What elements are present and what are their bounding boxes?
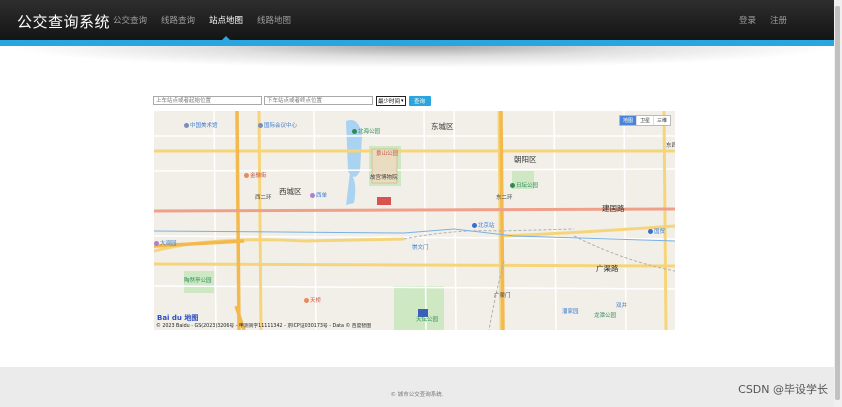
map-label-guangqu: 广渠路 bbox=[596, 264, 619, 273]
map-label-dongsihuan: 东四环 bbox=[666, 143, 675, 149]
end-station-input[interactable] bbox=[264, 96, 373, 105]
map-label-tiantan: 天坛公园 bbox=[416, 317, 439, 323]
start-station-input[interactable] bbox=[153, 96, 262, 105]
map-label-chaoyang: 朝阳区 bbox=[514, 155, 537, 164]
bank-icon bbox=[244, 173, 249, 178]
map-label-beijingzhan: 北京站 bbox=[472, 221, 495, 229]
map-type-switch: 地图 卫星 三维 bbox=[618, 115, 671, 126]
map-label-xierhuan: 西二环 bbox=[255, 195, 272, 201]
map-type-satellite[interactable]: 卫星 bbox=[635, 116, 653, 125]
nav-item-bus-query[interactable]: 公交查询 bbox=[106, 0, 154, 40]
nav-item-line-query[interactable]: 线路查询 bbox=[154, 0, 202, 40]
map-label-guangqumen: 广渠门 bbox=[494, 293, 511, 299]
login-link[interactable]: 登录 bbox=[732, 0, 763, 43]
footer-copyright: © 城市公交查询系统. bbox=[390, 392, 444, 398]
park-area-tiantan bbox=[394, 286, 444, 330]
ring-roads bbox=[154, 111, 505, 330]
nav-item-station-map[interactable]: 站点地图 bbox=[202, 0, 250, 41]
tiananmen-icon bbox=[377, 197, 391, 205]
map-label-jinrongjie: 金融街 bbox=[244, 171, 267, 179]
museum-icon bbox=[184, 123, 189, 128]
route-mode-value: 最少时间 bbox=[378, 98, 401, 105]
train-icon bbox=[472, 223, 477, 228]
station-map[interactable]: 东城区 西城区 朝阳区 北海公园 景山公园 故宫博物院 中国美术馆 国际会议中心… bbox=[154, 111, 675, 330]
map-label-tianqiao: 天桥 bbox=[304, 296, 321, 304]
garden-icon bbox=[154, 241, 159, 246]
map-type-3d[interactable]: 三维 bbox=[652, 116, 670, 125]
railways bbox=[403, 228, 675, 330]
map-label-beihai: 北海公园 bbox=[352, 127, 380, 135]
map-label-guomao: 国贸 bbox=[648, 227, 665, 235]
map-label-chongwen: 崇文门 bbox=[412, 245, 429, 251]
route-search-form: 最少时间 ▾ 查询 bbox=[153, 95, 431, 106]
map-roads bbox=[154, 111, 675, 330]
map-label-longtan: 龙潭公园 bbox=[594, 313, 617, 319]
user-nav: 登录 注册 bbox=[732, 0, 794, 43]
map-label-palace: 故宫博物院 bbox=[370, 175, 398, 181]
map-label-xicheng: 西城区 bbox=[279, 187, 302, 196]
map-label-taoranting: 陶然亭公园 bbox=[184, 278, 212, 284]
search-button[interactable]: 查询 bbox=[408, 95, 431, 106]
lake-area-south bbox=[346, 173, 356, 205]
brand-title[interactable]: 公交查询系统 bbox=[17, 11, 110, 32]
map-label-zhongdian: 中国美术馆 bbox=[184, 121, 218, 129]
map-label-panjiayuan: 潘家园 bbox=[562, 309, 579, 315]
chevron-down-icon: ▾ bbox=[401, 97, 404, 104]
map-label-dongerhuan: 东二环 bbox=[496, 195, 513, 201]
shopping-icon bbox=[310, 193, 315, 198]
building-icon bbox=[258, 123, 263, 128]
register-link[interactable]: 注册 bbox=[763, 0, 794, 43]
csdn-watermark: CSDN @毕设学长 bbox=[738, 383, 828, 396]
scrollbar-thumb[interactable] bbox=[835, 6, 840, 400]
park-icon bbox=[510, 183, 515, 188]
route-mode-select[interactable]: 最少时间 ▾ bbox=[376, 95, 406, 106]
map-label-ritan: 日坛公园 bbox=[510, 181, 538, 189]
park-icon bbox=[352, 129, 357, 134]
map-label-guojiaguan: 国际会议中心 bbox=[258, 121, 297, 129]
theater-icon bbox=[304, 298, 309, 303]
map-label-jianguo: 建国路 bbox=[602, 204, 625, 213]
changan-avenue bbox=[154, 207, 675, 213]
header-shadow bbox=[0, 46, 842, 68]
nav-item-line-map[interactable]: 线路地图 bbox=[250, 0, 298, 40]
map-label-xidan: 西单 bbox=[310, 191, 327, 199]
subway-icon bbox=[648, 229, 653, 234]
map-label-jingshan: 景山公园 bbox=[376, 151, 399, 157]
map-label-shuangjing: 双井 bbox=[616, 303, 628, 309]
navbar: 公交查询系统 公交查询 线路查询 站点地图 线路地图 登录 注册 bbox=[0, 0, 842, 43]
map-label-daguanyuan: 大观园 bbox=[154, 239, 177, 247]
footer: © 城市公交查询系统. bbox=[0, 367, 834, 407]
map-copyright: © 2023 Baidu - GS(2023)3206号 - 甲测资字11111… bbox=[156, 324, 371, 329]
map-label-dongcheng: 东城区 bbox=[431, 122, 454, 131]
main-nav: 公交查询 线路查询 站点地图 线路地图 bbox=[106, 0, 298, 41]
map-type-map[interactable]: 地图 bbox=[619, 116, 636, 125]
